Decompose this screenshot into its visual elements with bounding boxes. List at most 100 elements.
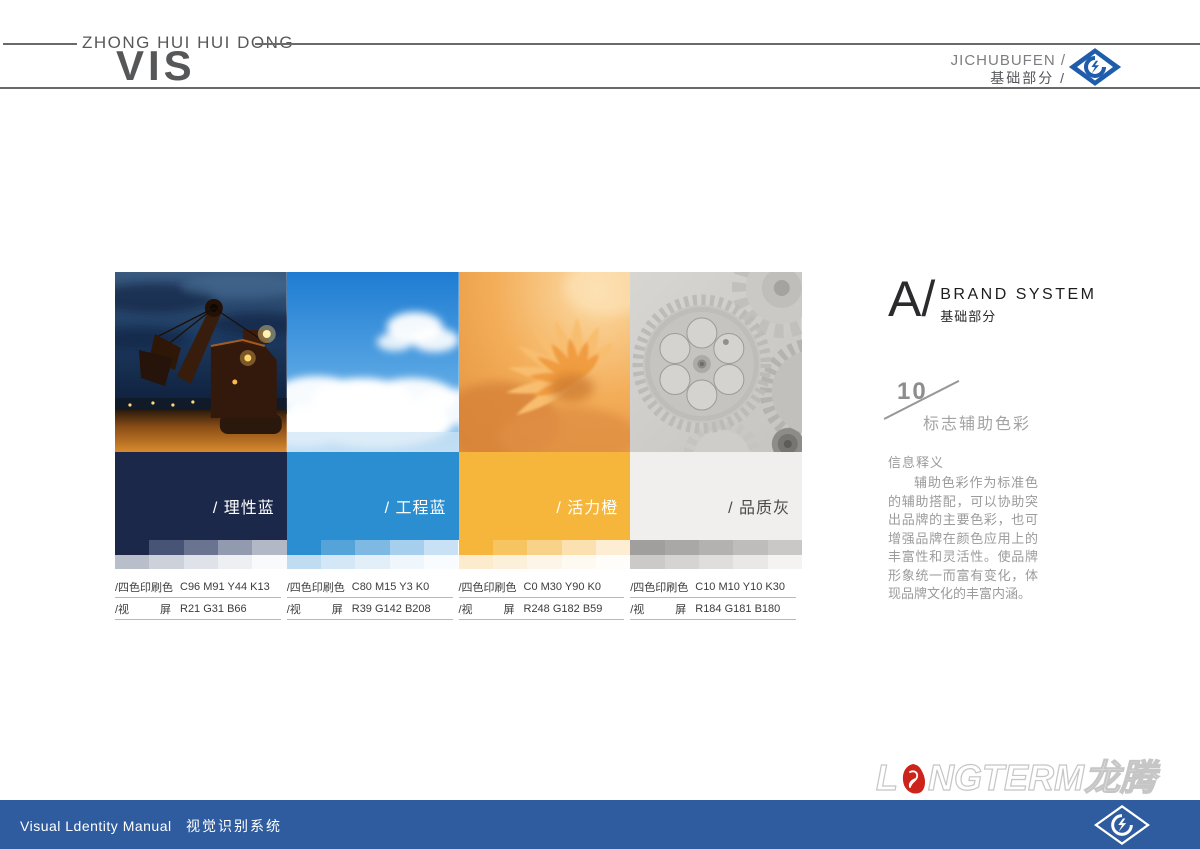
rgb-value: R248 G182 B59 — [524, 603, 603, 615]
color-name-label: / 品质灰 — [728, 494, 790, 518]
color-specs: /四色印刷色 C10 M10 Y10 K30 /视 屏 R184 G181 B1… — [630, 576, 796, 620]
rgb-value: R39 G142 B208 — [352, 603, 431, 615]
screen-label-right: 屏 — [332, 601, 343, 617]
cmyk-value: C0 M30 Y90 K0 — [524, 581, 601, 593]
cmyk-label: /四色印刷色 — [630, 579, 688, 595]
tint-swatch — [768, 555, 802, 569]
cmyk-spec-row: /四色印刷色 C80 M15 Y3 K0 — [287, 576, 453, 598]
tint-swatch — [321, 540, 355, 555]
tint-swatch — [493, 555, 527, 569]
footer-caption-cn: 视觉识别系统 — [186, 818, 282, 834]
footer-caption: Visual Ldentity Manual 视觉识别系统 — [20, 816, 282, 836]
tint-swatch — [733, 555, 767, 569]
photo-metal-gears — [630, 272, 802, 452]
photo-blue-sky-clouds — [287, 272, 459, 452]
color-name-label: / 活力橙 — [556, 494, 618, 518]
tint-row — [287, 540, 459, 555]
cmyk-label: /四色印刷色 — [115, 579, 173, 595]
tint-swatch — [218, 555, 252, 569]
header-rule-right — [255, 43, 1200, 45]
tint-swatch — [184, 540, 218, 555]
tint-row — [630, 555, 802, 569]
tint-swatch — [733, 540, 767, 555]
page-title: 标志辅助色彩 — [923, 410, 1031, 434]
tint-swatch — [355, 555, 389, 569]
tint-swatch — [184, 555, 218, 569]
screen-label-left: /视 — [630, 601, 644, 617]
color-name-label: / 工程蓝 — [385, 494, 447, 518]
watermark-text-cn: 龙腾 — [1084, 758, 1156, 798]
tint-swatch — [149, 540, 183, 555]
tint-swatch — [355, 540, 389, 555]
cmyk-label: /四色印刷色 — [459, 579, 517, 595]
photo-night-excavator — [115, 272, 287, 452]
rgb-spec-row: /视 屏 R184 G181 B180 — [630, 598, 796, 620]
tint-swatch — [149, 555, 183, 569]
cmyk-spec-row: /四色印刷色 C10 M10 Y10 K30 — [630, 576, 796, 598]
tint-swatch — [424, 540, 458, 555]
brand-system-en: BRAND SYSTEM — [940, 286, 1096, 304]
langterm-watermark: L NGTERM 龙腾 — [876, 758, 1156, 798]
color-panel-vitality-orange: / 活力橙 /四色印刷色 C0 M30 Y90 K0 /视 屏 R248 G18… — [459, 272, 631, 620]
brand-name-vis: VIS — [116, 42, 196, 90]
screen-label-right: 屏 — [160, 601, 171, 617]
tint-swatch — [252, 540, 286, 555]
tint-swatch — [390, 540, 424, 555]
brand-system-heading: A/ BRAND SYSTEM 基础部分 — [888, 274, 1097, 325]
tint-swatch — [527, 555, 561, 569]
color-panel-quality-gray: / 品质灰 /四色印刷色 C10 M10 Y10 K30 /视 屏 R184 G… — [630, 272, 802, 620]
tint-swatch — [287, 540, 321, 555]
screen-label-left: /视 — [115, 601, 129, 617]
cmyk-spec-row: /四色印刷色 C0 M30 Y90 K0 — [459, 576, 625, 598]
tint-swatch — [252, 555, 286, 569]
color-name-label: / 理性蓝 — [213, 494, 275, 518]
watermark-text-l: L — [876, 758, 898, 798]
info-definition-title: 信息释义 — [888, 452, 944, 471]
color-panel-rational-blue: / 理性蓝 /四色印刷色 C96 M91 Y44 K13 /视 屏 R21 G3… — [115, 272, 287, 620]
photo-orange-flower — [459, 272, 631, 452]
tint-swatch — [321, 555, 355, 569]
tint-swatch — [596, 540, 630, 555]
cmyk-value: C80 M15 Y3 K0 — [352, 581, 429, 593]
screen-label-left: /视 — [459, 601, 473, 617]
tint-swatch — [115, 555, 149, 569]
cmyk-value: C96 M91 Y44 K13 — [180, 581, 270, 593]
tint-swatch — [630, 555, 664, 569]
color-block: / 理性蓝 — [115, 452, 287, 540]
color-specs: /四色印刷色 C0 M30 Y90 K0 /视 屏 R248 G182 B59 — [459, 576, 625, 620]
tint-swatch — [287, 555, 321, 569]
rgb-spec-row: /视 屏 R39 G142 B208 — [287, 598, 453, 620]
tint-swatch — [562, 540, 596, 555]
cmyk-spec-row: /四色印刷色 C96 M91 Y44 K13 — [115, 576, 281, 598]
company-logo-icon — [1068, 46, 1122, 88]
color-specs: /四色印刷色 C80 M15 Y3 K0 /视 屏 R39 G142 B208 — [287, 576, 453, 620]
color-block: / 工程蓝 — [287, 452, 459, 540]
footer-caption-en: Visual Ldentity Manual — [20, 818, 172, 834]
tint-row — [287, 555, 459, 569]
screen-label-right: 屏 — [504, 601, 515, 617]
tint-swatch — [459, 540, 493, 555]
rgb-value: R184 G181 B180 — [695, 603, 780, 615]
cmyk-label: /四色印刷色 — [287, 579, 345, 595]
color-block: / 活力橙 — [459, 452, 631, 540]
tint-swatch — [390, 555, 424, 569]
tint-swatch — [115, 540, 149, 555]
tint-swatch — [493, 540, 527, 555]
color-panel-engineering-blue: / 工程蓝 /四色印刷色 C80 M15 Y3 K0 /视 屏 R39 G142… — [287, 272, 459, 620]
tint-row — [115, 540, 287, 555]
tint-row — [630, 540, 802, 555]
info-definition-body: 辅助色彩作为标准色的辅助搭配，可以协助突出品牌的主要色彩，也可增强品牌在颜色应用… — [888, 474, 1038, 604]
section-name-cn: 基础部分 / — [990, 68, 1066, 88]
tint-swatch — [699, 555, 733, 569]
footer-bar: Visual Ldentity Manual 视觉识别系统 — [0, 800, 1200, 849]
tint-swatch — [596, 555, 630, 569]
rgb-value: R21 G31 B66 — [180, 603, 247, 615]
color-block: / 品质灰 — [630, 452, 802, 540]
tint-swatch — [630, 540, 664, 555]
tint-swatch — [699, 540, 733, 555]
brand-system-cn: 基础部分 — [940, 306, 1096, 325]
tint-row — [115, 555, 287, 569]
screen-label-right: 屏 — [675, 601, 686, 617]
tint-swatch — [527, 540, 561, 555]
langterm-seal-icon — [899, 762, 927, 796]
